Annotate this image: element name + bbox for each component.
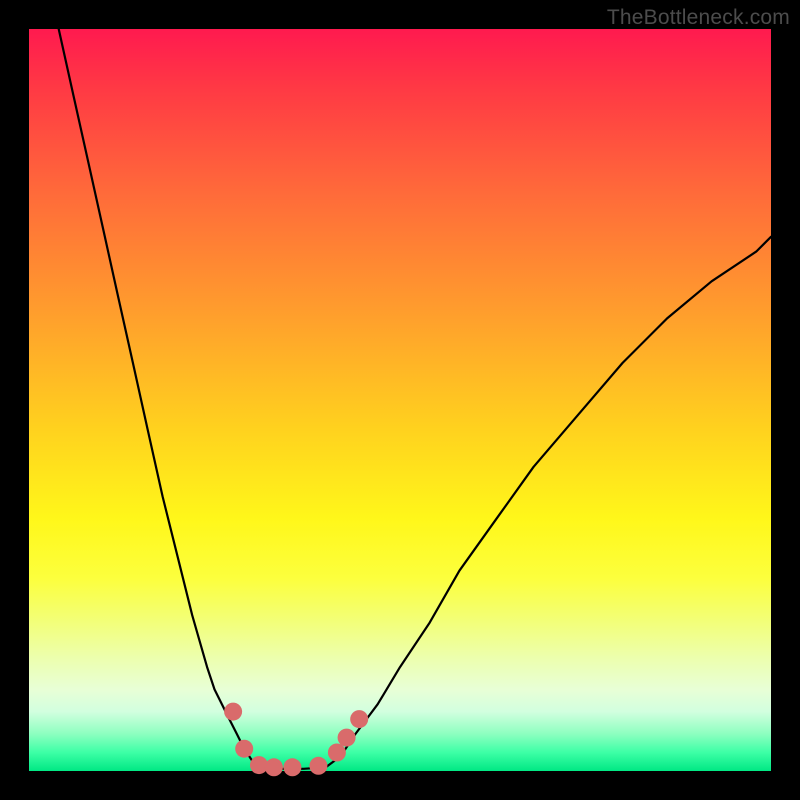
marker-right-3: [350, 710, 368, 728]
bottleneck-curve: [59, 29, 771, 769]
marker-right-2: [338, 729, 356, 747]
watermark-text: TheBottleneck.com: [607, 6, 790, 30]
marker-floor-2: [265, 758, 283, 776]
outer-frame: TheBottleneck.com: [0, 0, 800, 800]
marker-floor-4: [309, 757, 327, 775]
marker-left-2: [235, 740, 253, 758]
plot-area: [29, 29, 771, 771]
marker-floor-3: [283, 758, 301, 776]
curve-markers: [224, 703, 368, 777]
curve-path-group: [59, 29, 771, 769]
marker-right-1: [328, 744, 346, 762]
curve-layer: [29, 29, 771, 771]
marker-left-1: [224, 703, 242, 721]
